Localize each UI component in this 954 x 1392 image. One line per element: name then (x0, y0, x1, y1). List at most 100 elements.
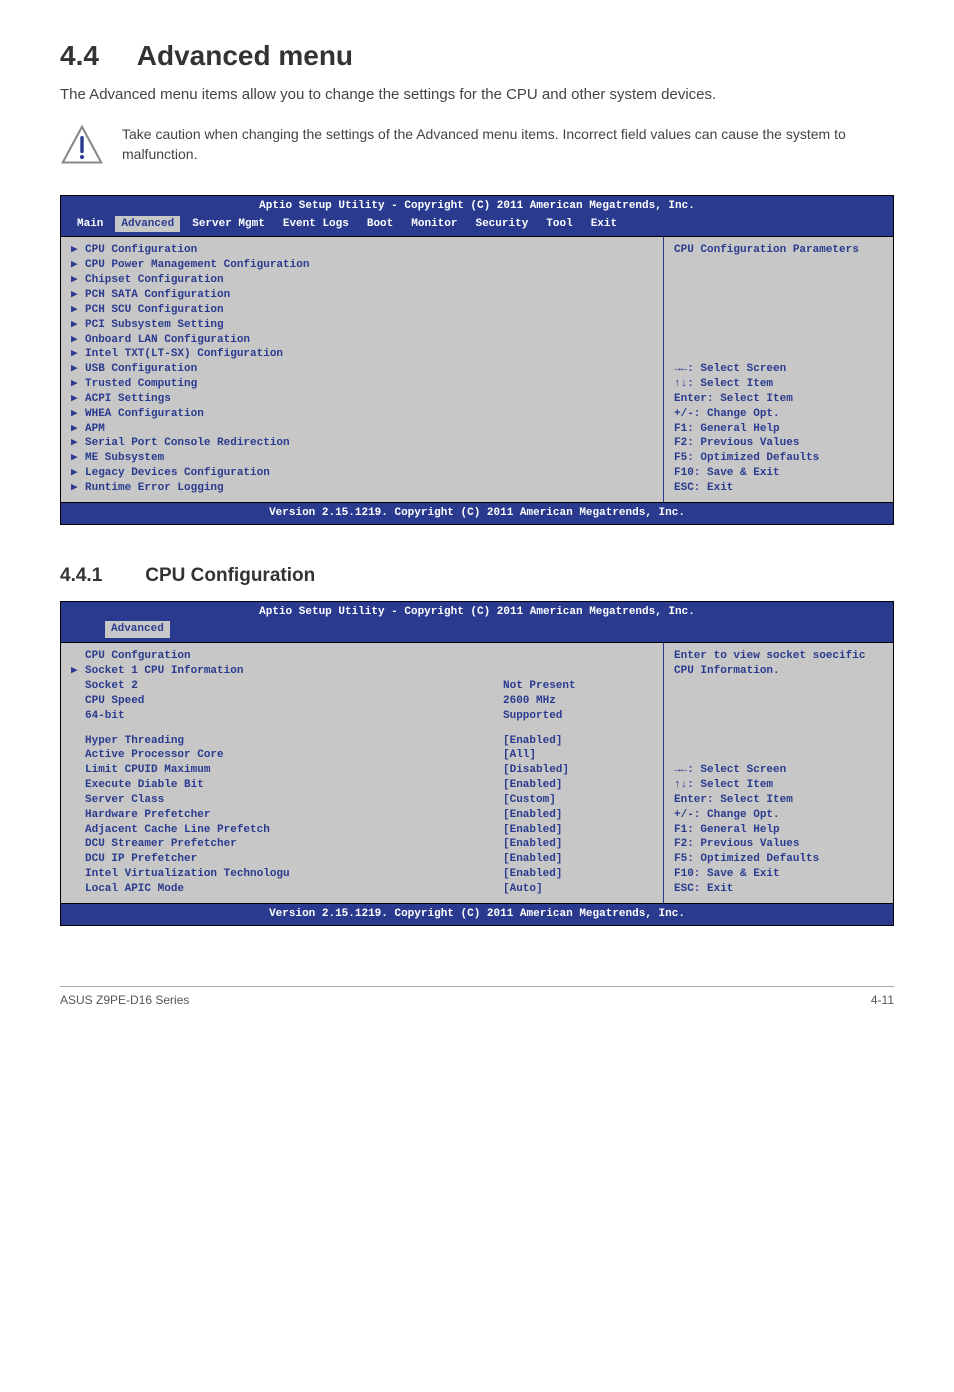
heading-number: 4.4 (60, 40, 130, 72)
bios1-item[interactable]: ▶ME Subsystem (71, 451, 653, 466)
bios1-tab-security[interactable]: Security (469, 216, 534, 233)
bios1-tab-advanced[interactable]: Advanced (115, 216, 180, 233)
bios2-option-row[interactable]: DCU Streamer Prefetcher[Enabled] (71, 837, 653, 852)
bios1-item[interactable]: ▶Serial Port Console Redirection (71, 436, 653, 451)
bios2-option-row[interactable]: Intel Virtualization Technologu[Enabled] (71, 867, 653, 882)
bios2-option-row[interactable]: Hyper Threading[Enabled] (71, 734, 653, 749)
page-footer: ASUS Z9PE-D16 Series 4-11 (60, 986, 894, 1007)
bios2-option-row[interactable]: Hardware Prefetcher[Enabled] (71, 808, 653, 823)
bios2-info-row: CPU Speed2600 MHz (71, 694, 653, 709)
option-label: Local APIC Mode (85, 882, 503, 897)
triangle-icon: ▶ (71, 243, 85, 258)
help-line: F2: Previous Values (674, 837, 883, 852)
option-label: DCU IP Prefetcher (85, 852, 503, 867)
triangle-icon: ▶ (71, 664, 85, 679)
bios1-item-label: ACPI Settings (85, 392, 653, 407)
bios1-item[interactable]: ▶WHEA Configuration (71, 407, 653, 422)
bios2-help-keys: →←: Select Screen↑↓: Select ItemEnter: S… (674, 763, 883, 897)
bios1-tab-main[interactable]: Main (71, 216, 109, 233)
footer-right: 4-11 (871, 993, 894, 1007)
bios1-item[interactable]: ▶USB Configuration (71, 362, 653, 377)
option-label: Intel Virtualization Technologu (85, 867, 503, 882)
help-line: F10: Save & Exit (674, 466, 883, 481)
triangle-icon: ▶ (71, 451, 85, 466)
help-line: F10: Save & Exit (674, 867, 883, 882)
help-line: ↑↓: Select Item (674, 377, 883, 392)
help-line: F1: General Help (674, 422, 883, 437)
bios1-item[interactable]: ▶Onboard LAN Configuration (71, 333, 653, 348)
info-label: Socket 2 (85, 679, 503, 694)
triangle-icon: ▶ (71, 422, 85, 437)
bios2-right-pane: Enter to view socket soecific CPU Inform… (663, 643, 893, 903)
bios1-tab-event-logs[interactable]: Event Logs (277, 216, 355, 233)
bios2-option-row[interactable]: Local APIC Mode[Auto] (71, 882, 653, 897)
bios1-tab-tool[interactable]: Tool (540, 216, 578, 233)
bios1-item[interactable]: ▶CPU Power Management Configuration (71, 258, 653, 273)
bios1-item-label: WHEA Configuration (85, 407, 653, 422)
bios2-option-row[interactable]: Execute Diable Bit[Enabled] (71, 778, 653, 793)
bios1-item[interactable]: ▶ACPI Settings (71, 392, 653, 407)
bios1-item-label: Intel TXT(LT-SX) Configuration (85, 347, 653, 362)
bios-advanced-menu: Aptio Setup Utility - Copyright (C) 2011… (60, 195, 894, 525)
bios2-option-row[interactable]: Limit CPUID Maximum[Disabled] (71, 763, 653, 778)
bios1-tab-exit[interactable]: Exit (585, 216, 623, 233)
bios2-help-top: Enter to view socket soecific CPU Inform… (674, 649, 883, 679)
info-value: Not Present (503, 679, 653, 694)
bios2-option-row[interactable]: Active Processor Core[All] (71, 748, 653, 763)
bios2-option-row[interactable]: DCU IP Prefetcher[Enabled] (71, 852, 653, 867)
option-label: Limit CPUID Maximum (85, 763, 503, 778)
option-value: [All] (503, 748, 653, 763)
info-value: Supported (503, 709, 653, 724)
bios1-item[interactable]: ▶Intel TXT(LT-SX) Configuration (71, 347, 653, 362)
bios1-item[interactable]: ▶PCH SATA Configuration (71, 288, 653, 303)
bios1-item-label: Chipset Configuration (85, 273, 653, 288)
bios2-tab-advanced[interactable]: Advanced (105, 621, 170, 638)
bios2-option-row[interactable]: Adjacent Cache Line Prefetch[Enabled] (71, 823, 653, 838)
bios1-item-label: USB Configuration (85, 362, 653, 377)
bios1-item[interactable]: ▶Runtime Error Logging (71, 481, 653, 496)
bios1-item-label: APM (85, 422, 653, 437)
bios1-footer: Version 2.15.1219. Copyright (C) 2011 Am… (61, 502, 893, 524)
bios1-item-label: Runtime Error Logging (85, 481, 653, 496)
help-line: →←: Select Screen (674, 362, 883, 377)
help-line: F5: Optimized Defaults (674, 451, 883, 466)
triangle-icon: ▶ (71, 303, 85, 318)
triangle-icon: ▶ (71, 392, 85, 407)
caution-text: Take caution when changing the settings … (122, 124, 894, 165)
bios1-right-pane: CPU Configuration Parameters →←: Select … (663, 237, 893, 501)
bios1-item[interactable]: ▶Chipset Configuration (71, 273, 653, 288)
option-label: Execute Diable Bit (85, 778, 503, 793)
bios1-item[interactable]: ▶PCH SCU Configuration (71, 303, 653, 318)
option-value: [Custom] (503, 793, 653, 808)
triangle-icon: ▶ (71, 318, 85, 333)
help-line: +/-: Change Opt. (674, 808, 883, 823)
triangle-icon: ▶ (71, 333, 85, 348)
bios1-item[interactable]: ▶Legacy Devices Configuration (71, 466, 653, 481)
bios1-item[interactable]: ▶APM (71, 422, 653, 437)
triangle-icon: ▶ (71, 436, 85, 451)
bios1-item[interactable]: ▶CPU Configuration (71, 243, 653, 258)
bios1-help-top: CPU Configuration Parameters (674, 243, 883, 258)
option-value: [Enabled] (503, 734, 653, 749)
bios1-tab-boot[interactable]: Boot (361, 216, 399, 233)
bios1-item[interactable]: ▶Trusted Computing (71, 377, 653, 392)
option-label: Active Processor Core (85, 748, 503, 763)
option-label: Hyper Threading (85, 734, 503, 749)
bios2-menu-bar: Advanced (61, 619, 893, 642)
triangle-icon: ▶ (71, 258, 85, 273)
triangle-icon: ▶ (71, 273, 85, 288)
socket1-info-item[interactable]: Socket 1 CPU Information (85, 664, 653, 679)
option-value: [Enabled] (503, 852, 653, 867)
bios2-option-row[interactable]: Server Class[Custom] (71, 793, 653, 808)
option-label: Adjacent Cache Line Prefetch (85, 823, 503, 838)
bios1-tab-server-mgmt[interactable]: Server Mgmt (186, 216, 271, 233)
caution-note: Take caution when changing the settings … (60, 124, 894, 173)
bios1-tab-monitor[interactable]: Monitor (405, 216, 463, 233)
bios1-item[interactable]: ▶PCI Subsystem Setting (71, 318, 653, 333)
option-value: [Enabled] (503, 823, 653, 838)
triangle-icon: ▶ (71, 347, 85, 362)
bios1-item-label: PCH SCU Configuration (85, 303, 653, 318)
subsection-heading: 4.4.1 CPU Configuration (60, 565, 894, 587)
triangle-icon: ▶ (71, 377, 85, 392)
blank-arrow (71, 649, 85, 664)
